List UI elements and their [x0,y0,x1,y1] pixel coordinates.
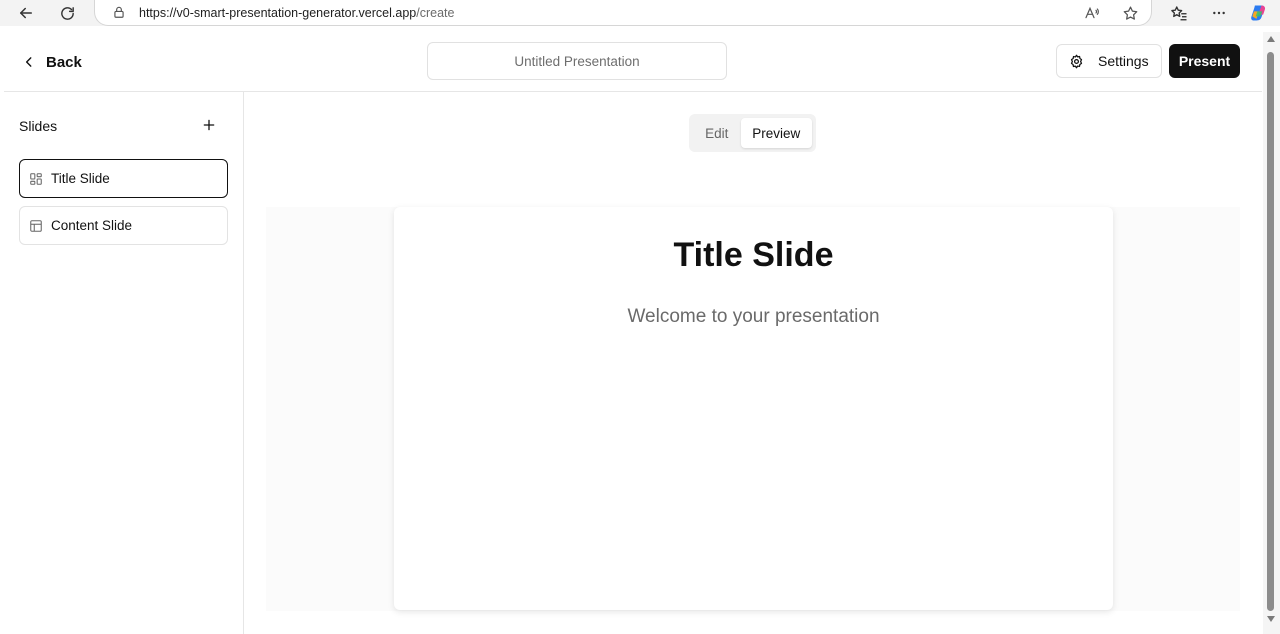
scroll-up-arrow-icon[interactable] [1267,36,1275,42]
slide-item-content-slide[interactable]: Content Slide [19,206,228,245]
slide-subtitle: Welcome to your presentation [627,306,880,327]
chevron-left-icon [25,57,32,67]
layout-grid-icon [30,172,42,185]
page-scrollbar[interactable] [1263,32,1280,634]
slide-heading: Title Slide [673,236,834,274]
add-slide-button[interactable] [198,114,220,136]
slide-preview-card: Title Slide Welcome to your presentation [394,207,1113,610]
browser-reload-button[interactable] [56,2,78,24]
slide-item-label: Title Slide [51,171,110,186]
read-aloud-icon[interactable] [1083,4,1101,22]
copilot-icon[interactable] [1249,3,1269,23]
url-text[interactable]: https://v0-smart-presentation-generator.… [139,6,454,20]
scroll-down-arrow-icon[interactable] [1267,616,1275,622]
lock-icon [114,6,124,18]
plus-icon [203,119,215,131]
app-root: Back Settings Present Slides Title Slide… [4,32,1262,634]
arrow-left-icon [20,7,32,19]
present-button[interactable]: Present [1169,44,1240,78]
slide-item-label: Content Slide [51,218,133,233]
back-label: Back [46,53,82,71]
mode-toggle: Edit Preview [689,114,816,152]
slides-sidebar: Slides Title Slide Content Slide [4,92,244,634]
editor-main: Edit Preview Title Slide Welcome to your… [244,92,1262,634]
url-path: /create [416,6,455,20]
settings-button[interactable]: Settings [1056,44,1162,78]
layout-icon [30,219,42,232]
favorite-star-icon[interactable] [1121,4,1139,22]
tab-edit[interactable]: Edit [693,118,741,148]
sidebar-title: Slides [19,118,58,134]
settings-label: Settings [1098,53,1149,69]
address-bar[interactable]: https://v0-smart-presentation-generator.… [94,0,1152,26]
slide-stage: Title Slide Welcome to your presentation [266,207,1240,611]
slide-item-title-slide[interactable]: Title Slide [19,159,228,198]
back-button[interactable]: Back [22,48,82,76]
more-options-icon[interactable] [1209,3,1229,23]
browser-toolbar: https://v0-smart-presentation-generator.… [0,0,1280,26]
scroll-thumb[interactable] [1267,52,1274,611]
reload-icon [60,6,74,20]
browser-back-button[interactable] [15,2,37,24]
gear-icon [1070,54,1083,68]
url-host: https://v0-smart-presentation-generator.… [139,6,417,20]
presentation-title-input[interactable] [427,42,727,80]
tab-preview[interactable]: Preview [740,118,812,148]
app-header: Back Settings Present [4,32,1262,92]
favorites-icon[interactable] [1169,3,1189,23]
